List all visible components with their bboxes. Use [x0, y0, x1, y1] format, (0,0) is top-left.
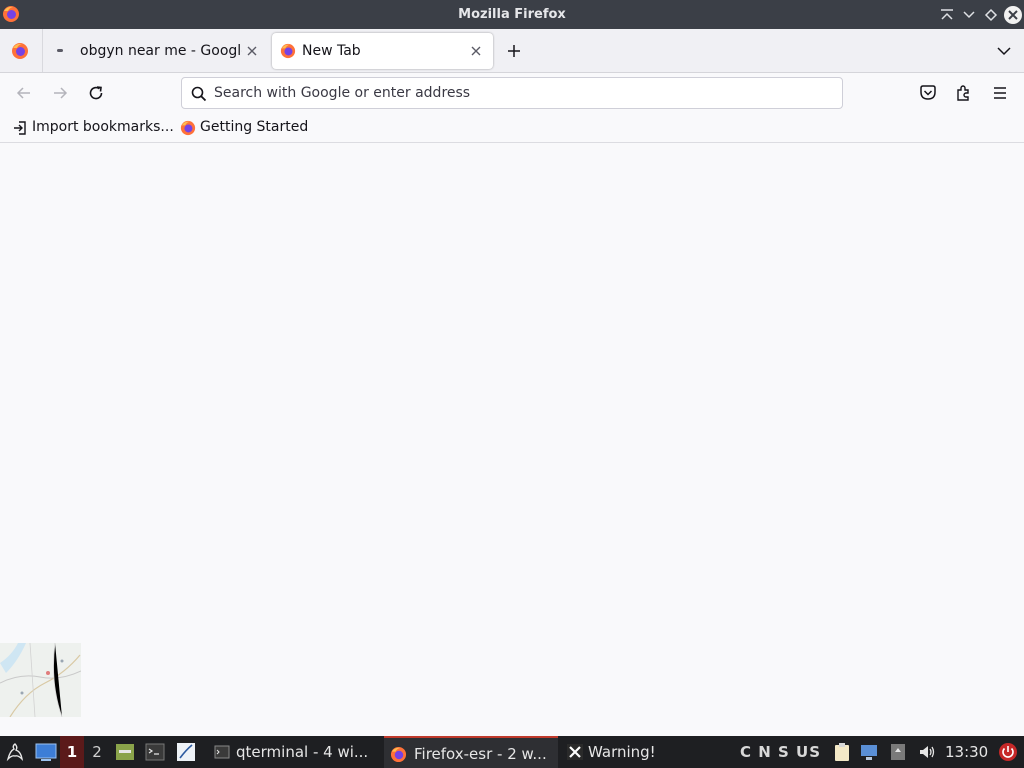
diamond-icon	[984, 8, 998, 22]
terminal-icon	[214, 745, 230, 759]
close-tab-icon[interactable]	[469, 44, 483, 58]
task-warning[interactable]: Warning!	[567, 736, 697, 768]
firefox-icon	[390, 746, 407, 763]
tab-label: New Tab	[302, 43, 361, 59]
loading-icon	[57, 49, 63, 52]
tab-obgyn-search[interactable]: obgyn near me - Google Search	[48, 33, 268, 69]
close-window-button[interactable]	[1003, 5, 1023, 25]
power-icon[interactable]	[998, 742, 1018, 762]
close-tab-icon[interactable]	[245, 44, 259, 58]
new-tab-icon[interactable]	[505, 42, 523, 60]
bookmark-label: Import bookmarks...	[32, 119, 174, 135]
window-title: Mozilla Firefox	[458, 7, 566, 22]
forward-arrow-icon[interactable]	[50, 83, 70, 103]
chevron-down-icon[interactable]	[995, 43, 1013, 59]
network-icon[interactable]	[859, 742, 879, 762]
clock[interactable]: 13:30	[945, 736, 988, 768]
x-icon	[567, 744, 583, 760]
minimize-button[interactable]	[960, 6, 978, 24]
chevron-down-icon	[963, 11, 975, 19]
url-input[interactable]	[214, 83, 814, 103]
page-content	[0, 143, 1024, 736]
show-desktop-icon[interactable]	[35, 743, 57, 762]
maximize-button[interactable]	[982, 6, 1000, 24]
system-taskbar: 1 2 qterminal - 4 wi... Firefox-esr - 2 …	[0, 736, 1024, 768]
bookmark-getting-started[interactable]: Getting Started	[180, 119, 310, 137]
terminal-launcher-icon[interactable]	[145, 742, 165, 762]
task-label: Firefox-esr - 2 w...	[414, 745, 547, 763]
firefox-view-button[interactable]	[0, 29, 43, 72]
task-label: qterminal - 4 wi...	[236, 743, 369, 761]
keep-above-icon	[941, 9, 953, 20]
tab-label: obgyn near me - Google Search	[80, 43, 242, 59]
keyboard-indicator[interactable]: C N S US	[740, 736, 821, 768]
task-firefox[interactable]: Firefox-esr - 2 w...	[384, 736, 558, 768]
search-icon	[191, 86, 207, 102]
tab-strip: obgyn near me - Google Search New Tab	[0, 29, 1024, 73]
keep-above-button[interactable]	[938, 6, 956, 24]
battery-icon[interactable]	[888, 742, 908, 762]
extensions-icon[interactable]	[954, 83, 974, 103]
pocket-icon[interactable]	[918, 83, 938, 103]
task-label: Warning!	[588, 743, 656, 761]
back-arrow-icon[interactable]	[14, 83, 34, 103]
bookmark-label: Getting Started	[200, 119, 309, 135]
clipboard-icon[interactable]	[832, 742, 852, 762]
bookmarks-toolbar: Import bookmarks... Getting Started	[0, 113, 1024, 143]
window-titlebar: Mozilla Firefox	[0, 0, 1024, 29]
task-qterminal[interactable]: qterminal - 4 wi...	[214, 736, 378, 768]
file-manager-icon[interactable]	[115, 742, 135, 762]
text-editor-icon[interactable]	[176, 742, 196, 762]
start-menu-icon[interactable]	[4, 741, 26, 763]
navigation-toolbar	[0, 73, 1024, 113]
firefox-icon	[12, 43, 28, 59]
workspace-2[interactable]: 2	[85, 736, 109, 768]
volume-icon[interactable]	[917, 742, 937, 762]
hamburger-menu-icon[interactable]	[990, 83, 1010, 103]
workspace-1[interactable]: 1	[60, 736, 84, 768]
tab-new-tab[interactable]: New Tab	[272, 33, 493, 69]
close-icon	[1004, 6, 1022, 24]
reload-icon[interactable]	[86, 83, 106, 103]
import-icon	[14, 121, 26, 135]
firefox-icon	[280, 43, 296, 59]
bookmark-import[interactable]: Import bookmarks...	[12, 119, 174, 137]
map-thumbnail[interactable]	[0, 643, 81, 717]
address-bar[interactable]	[181, 77, 843, 109]
firefox-icon	[180, 120, 196, 136]
